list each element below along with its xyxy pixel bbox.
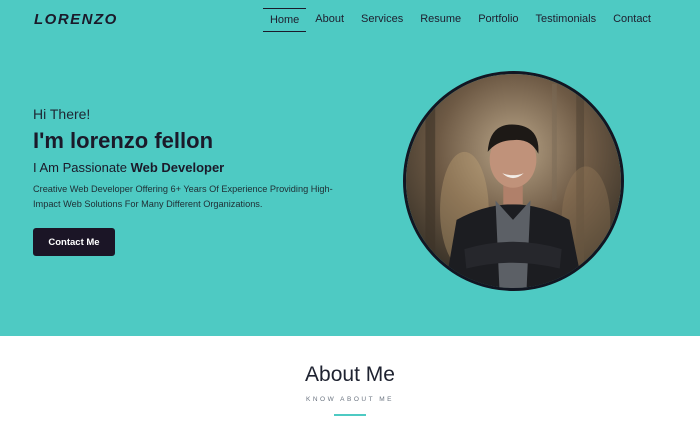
hero-name: I'm lorenzo fellon xyxy=(33,128,214,153)
hero-subtitle: I Am Passionate Web Developer xyxy=(33,160,224,175)
nav-item-contact[interactable]: Contact xyxy=(605,8,659,32)
main-nav: Home About Services Resume Portfolio Tes… xyxy=(262,8,659,32)
about-subtitle: KNOW ABOUT ME xyxy=(306,396,394,403)
nav-item-services[interactable]: Services xyxy=(353,8,411,32)
hero-subtitle-prefix: I Am Passionate xyxy=(33,160,131,175)
about-title: About Me xyxy=(305,363,395,386)
nav-item-testimonials[interactable]: Testimonials xyxy=(528,8,605,32)
nav-item-home[interactable]: Home xyxy=(262,8,307,32)
profile-photo xyxy=(403,71,624,291)
contact-me-button[interactable]: Contact Me xyxy=(33,228,115,256)
hero-greeting: Hi There! xyxy=(33,106,91,122)
hero-description: Creative Web Developer Offering 6+ Years… xyxy=(33,184,333,209)
nav-item-resume[interactable]: Resume xyxy=(412,8,469,32)
about-divider xyxy=(334,414,366,416)
nav-item-about[interactable]: About xyxy=(307,8,352,32)
profile-photo-image xyxy=(406,74,621,288)
hero-subtitle-role: Web Developer xyxy=(130,160,225,175)
site-logo[interactable]: LORENZO xyxy=(34,11,118,28)
nav-item-portfolio[interactable]: Portfolio xyxy=(470,8,526,32)
